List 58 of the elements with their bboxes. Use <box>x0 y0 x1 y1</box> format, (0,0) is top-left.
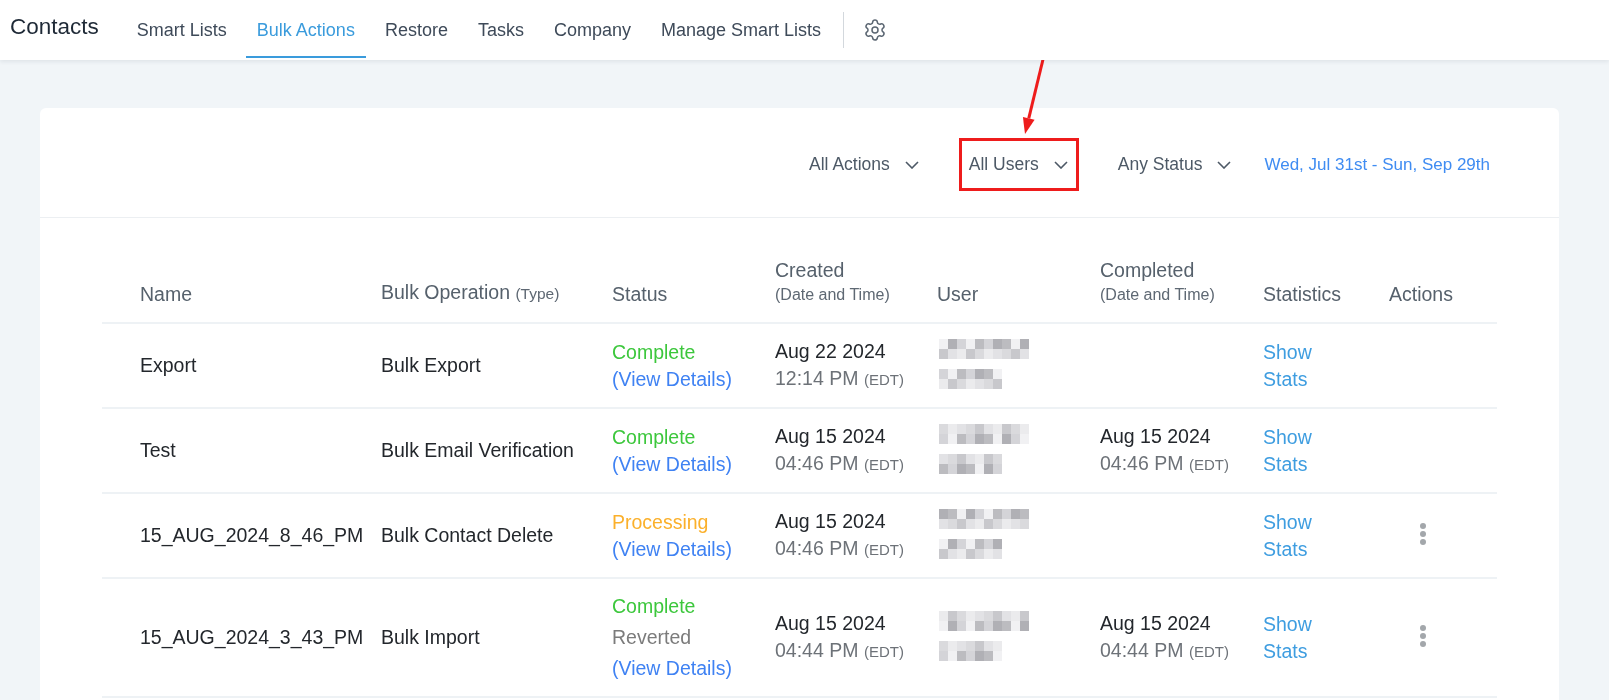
nav-tab[interactable]: Bulk Actions <box>245 0 366 58</box>
show-stats-link[interactable]: Show Stats <box>1263 508 1312 563</box>
table-cell-text: 15_AUG_2024_3_43_PM <box>140 625 365 651</box>
view-details-link[interactable]: (View Details) <box>612 655 732 682</box>
view-details-link[interactable]: (View Details) <box>612 365 732 393</box>
table-cell-text: Bulk Export <box>381 353 482 378</box>
chevron-down-icon <box>1053 160 1068 169</box>
table-cell-text: Test <box>140 438 177 463</box>
column-header: Statistics <box>1263 282 1343 307</box>
nav-tab[interactable]: Restore <box>373 0 459 58</box>
show-stats-link[interactable]: Show Stats <box>1263 610 1312 665</box>
date-text: Aug 15 2024 <box>775 509 886 534</box>
table-cell-text: Bulk Email Verification <box>381 438 575 463</box>
status-label: Reverted <box>612 625 692 650</box>
date-text: Aug 15 2024 <box>1100 424 1211 449</box>
chevron-down-icon <box>1217 160 1232 169</box>
status-label: Complete <box>612 424 696 450</box>
table-cell-text: Bulk Contact Delete <box>381 523 555 548</box>
date-text: Aug 15 2024 <box>1100 611 1211 636</box>
column-header: Bulk Operation (Type) <box>381 280 561 305</box>
column-header: User <box>937 282 980 307</box>
page-title: Contacts <box>10 13 99 41</box>
column-header: Status <box>612 282 669 307</box>
view-details-link[interactable]: (View Details) <box>612 450 732 478</box>
nav-tab[interactable]: Smart Lists <box>125 0 238 58</box>
chevron-down-icon <box>904 160 919 169</box>
column-header: Name <box>140 282 194 307</box>
filter-dropdown[interactable]: All Actions <box>799 138 930 191</box>
kebab-menu-icon[interactable] <box>1420 522 1426 545</box>
status-label: Processing <box>612 509 709 535</box>
date-range-link[interactable]: Wed, Jul 31st - Sun, Sep 29th <box>1264 154 1490 175</box>
nav-tab[interactable]: Tasks <box>466 0 535 58</box>
settings-icon[interactable] <box>863 18 888 42</box>
view-details-link[interactable]: (View Details) <box>612 535 732 563</box>
show-stats-link[interactable]: Show Stats <box>1263 423 1312 478</box>
status-label: Complete <box>612 594 696 619</box>
status-label: Complete <box>612 339 696 365</box>
column-header: Actions <box>1389 282 1454 307</box>
time-text: 04:46 PM (EDT) <box>775 536 904 561</box>
table-cell-text: Bulk Import <box>381 625 481 650</box>
time-text: 04:46 PM (EDT) <box>775 451 904 476</box>
nav-tab[interactable]: Manage Smart Lists <box>650 0 833 58</box>
date-text: Aug 22 2024 <box>775 339 886 364</box>
table-cell-text: 15_AUG_2024_8_46_PM <box>140 523 365 549</box>
time-text: 12:14 PM (EDT) <box>775 366 904 391</box>
time-text: 04:44 PM (EDT) <box>1100 638 1229 663</box>
date-text: Aug 15 2024 <box>775 611 886 636</box>
table-cell-text: Export <box>140 353 198 378</box>
date-text: Aug 15 2024 <box>775 424 886 449</box>
column-header: Created (Date and Time) <box>775 258 891 305</box>
time-text: 04:44 PM (EDT) <box>775 638 904 663</box>
time-text: 04:46 PM (EDT) <box>1100 451 1229 476</box>
nav-tab[interactable]: Company <box>542 0 642 58</box>
show-stats-link[interactable]: Show Stats <box>1263 338 1312 393</box>
filter-dropdown[interactable]: Any Status <box>1107 138 1243 191</box>
kebab-menu-icon[interactable] <box>1420 624 1426 647</box>
filter-dropdown[interactable]: All Users <box>958 138 1079 191</box>
column-header: Completed (Date and Time) <box>1100 258 1216 305</box>
